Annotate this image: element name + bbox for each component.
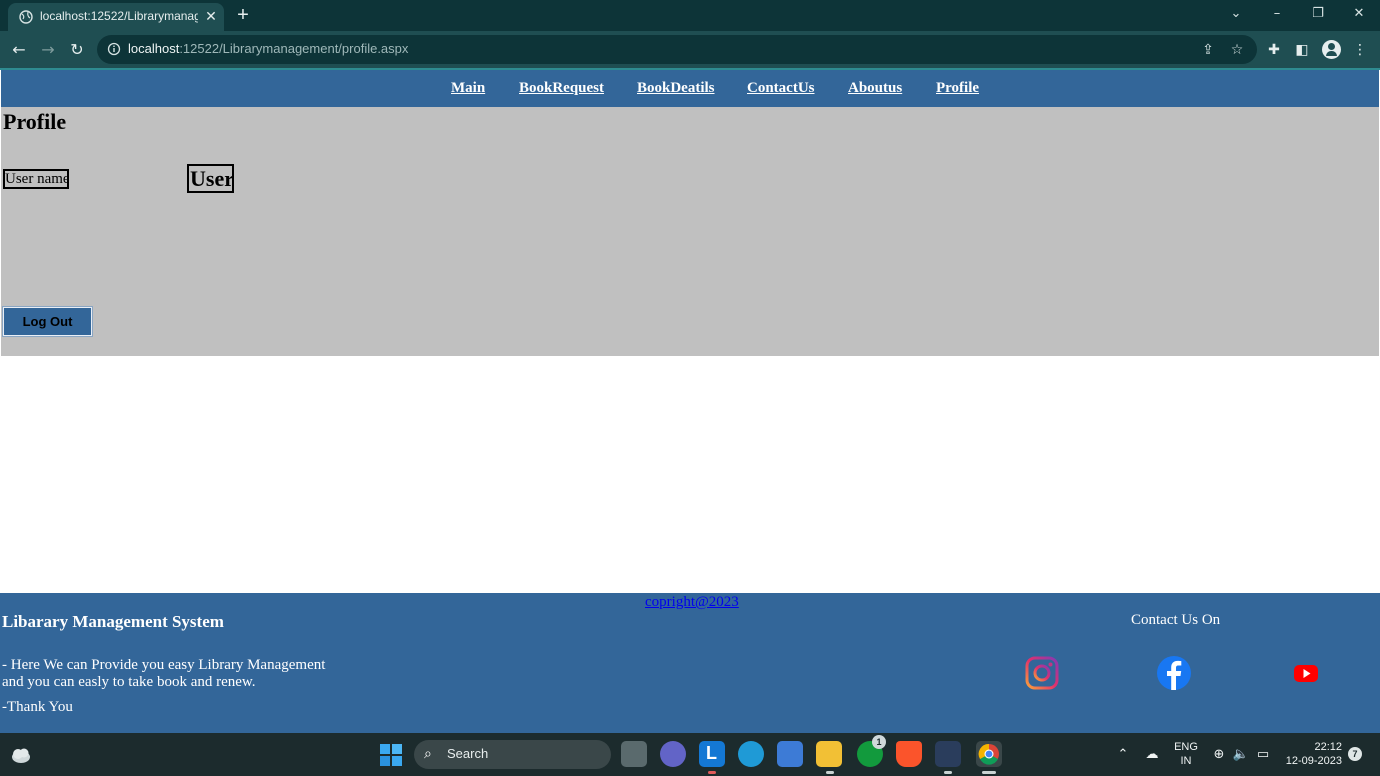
store-icon[interactable] xyxy=(777,741,803,767)
running-indicator xyxy=(944,771,952,774)
youtube-icon[interactable] xyxy=(1288,655,1324,691)
footer-title: Libarary Management System xyxy=(2,612,224,631)
browser-tab-strip: localhost:12522/Librarymanagem ✕ + ⌄ – ❐… xyxy=(0,0,1380,31)
clock-date[interactable]: 12-09-2023 xyxy=(1284,755,1342,767)
web-page: Main BookRequest BookDeatils ContactUs A… xyxy=(0,70,1380,733)
app-infinity-icon[interactable] xyxy=(935,741,961,767)
page-title: Profile xyxy=(3,109,67,134)
nav-link-main[interactable]: Main xyxy=(451,80,485,97)
footer-description-line1: - Here We can Provide you easy Library M… xyxy=(2,657,326,673)
running-indicator-active xyxy=(982,771,996,774)
clock-time[interactable]: 22:12 xyxy=(1284,741,1342,753)
contact-us-title: Contact Us On xyxy=(1131,612,1221,628)
footer-thanks: -Thank You xyxy=(2,699,73,715)
close-window-icon[interactable]: ✕ xyxy=(1347,4,1371,24)
battery-icon[interactable]: ▭ xyxy=(1254,746,1272,764)
chrome-icon[interactable] xyxy=(976,741,1002,767)
taskbar-search[interactable]: ⌕ Search xyxy=(414,740,611,769)
new-tab-button[interactable]: + xyxy=(233,5,253,25)
minimize-icon[interactable]: – xyxy=(1265,4,1289,24)
xbox-icon[interactable]: 1 xyxy=(857,735,886,767)
windows-taskbar: ⌕ Search L 1 ⌃ ☁ ENG IN ⊕ 🔈 ▭ 22:12 12-0… xyxy=(0,733,1380,776)
username-label: User name xyxy=(3,169,69,189)
app-l-icon[interactable]: L xyxy=(699,741,725,767)
facebook-icon[interactable] xyxy=(1156,655,1192,691)
running-indicator xyxy=(708,771,716,774)
url-text[interactable]: localhost:12522/Librarymanagement/profil… xyxy=(128,41,408,56)
tab-title: localhost:12522/Librarymanagem xyxy=(40,9,198,23)
profile-panel: Profile User name User Log Out xyxy=(1,107,1379,356)
task-view-icon[interactable] xyxy=(621,741,647,767)
network-icon[interactable]: ⊕ xyxy=(1210,746,1228,764)
browser-tab-active[interactable]: localhost:12522/Librarymanagem ✕ xyxy=(8,3,224,31)
browser-toolbar: ← → ↻ localhost:12522/Librarymanagement/… xyxy=(0,31,1380,68)
more-menu-icon[interactable]: ⋮ xyxy=(1350,40,1370,60)
site-info-icon[interactable] xyxy=(107,42,121,56)
globe-icon xyxy=(19,10,33,24)
address-bar[interactable]: localhost:12522/Librarymanagement/profil… xyxy=(97,35,1257,64)
chat-icon[interactable] xyxy=(660,741,686,767)
back-icon[interactable]: ← xyxy=(9,40,29,60)
chrome-logo-icon xyxy=(978,743,999,765)
brave-icon[interactable] xyxy=(896,741,922,767)
username-value: User xyxy=(187,164,234,193)
nav-link-contactus[interactable]: ContactUs xyxy=(747,80,815,97)
notification-badge[interactable]: 7 xyxy=(1348,747,1362,761)
reload-icon[interactable]: ↻ xyxy=(67,40,87,60)
bookmark-star-icon[interactable]: ☆ xyxy=(1228,41,1246,59)
copyright-link[interactable]: copright@2023 xyxy=(645,594,739,611)
side-panel-icon[interactable]: ◧ xyxy=(1292,40,1312,60)
xbox-badge: 1 xyxy=(872,735,886,749)
volume-icon[interactable]: 🔈 xyxy=(1232,746,1250,764)
taskbar-search-label: Search xyxy=(447,746,489,761)
site-footer: copright@2023 Libarary Management System… xyxy=(0,593,1380,733)
onedrive-icon[interactable]: ☁ xyxy=(1143,746,1161,764)
language-code[interactable]: ENG xyxy=(1174,741,1198,753)
nav-link-profile[interactable]: Profile xyxy=(936,80,979,97)
edge-icon[interactable] xyxy=(738,741,764,767)
windows-start-icon[interactable] xyxy=(380,744,402,766)
extensions-icon[interactable]: ✚ xyxy=(1264,40,1284,60)
search-icon: ⌕ xyxy=(424,746,432,762)
nav-link-aboutus[interactable]: Aboutus xyxy=(848,80,902,97)
instagram-icon[interactable] xyxy=(1024,655,1060,691)
restore-icon[interactable]: ❐ xyxy=(1306,4,1330,24)
profile-avatar-icon[interactable] xyxy=(1322,40,1341,59)
file-explorer-icon[interactable] xyxy=(816,741,842,767)
forward-icon[interactable]: → xyxy=(38,40,58,60)
site-navbar: Main BookRequest BookDeatils ContactUs A… xyxy=(1,70,1379,107)
nav-link-bookdetails[interactable]: BookDeatils xyxy=(637,80,715,97)
close-tab-icon[interactable]: ✕ xyxy=(202,7,220,25)
tray-overflow-icon[interactable]: ⌃ xyxy=(1114,746,1132,764)
running-indicator xyxy=(826,771,834,774)
url-path: :12522/Librarymanagement/profile.aspx xyxy=(179,41,409,56)
footer-description-line2: and you can easly to take book and renew… xyxy=(2,674,256,690)
weather-icon[interactable] xyxy=(10,745,32,765)
share-icon[interactable]: ⇪ xyxy=(1199,41,1217,59)
language-region[interactable]: IN xyxy=(1174,755,1198,767)
url-host: localhost xyxy=(128,41,180,56)
tab-search-icon[interactable]: ⌄ xyxy=(1224,4,1248,24)
nav-link-bookrequest[interactable]: BookRequest xyxy=(519,80,604,97)
logout-button[interactable]: Log Out xyxy=(2,306,93,337)
